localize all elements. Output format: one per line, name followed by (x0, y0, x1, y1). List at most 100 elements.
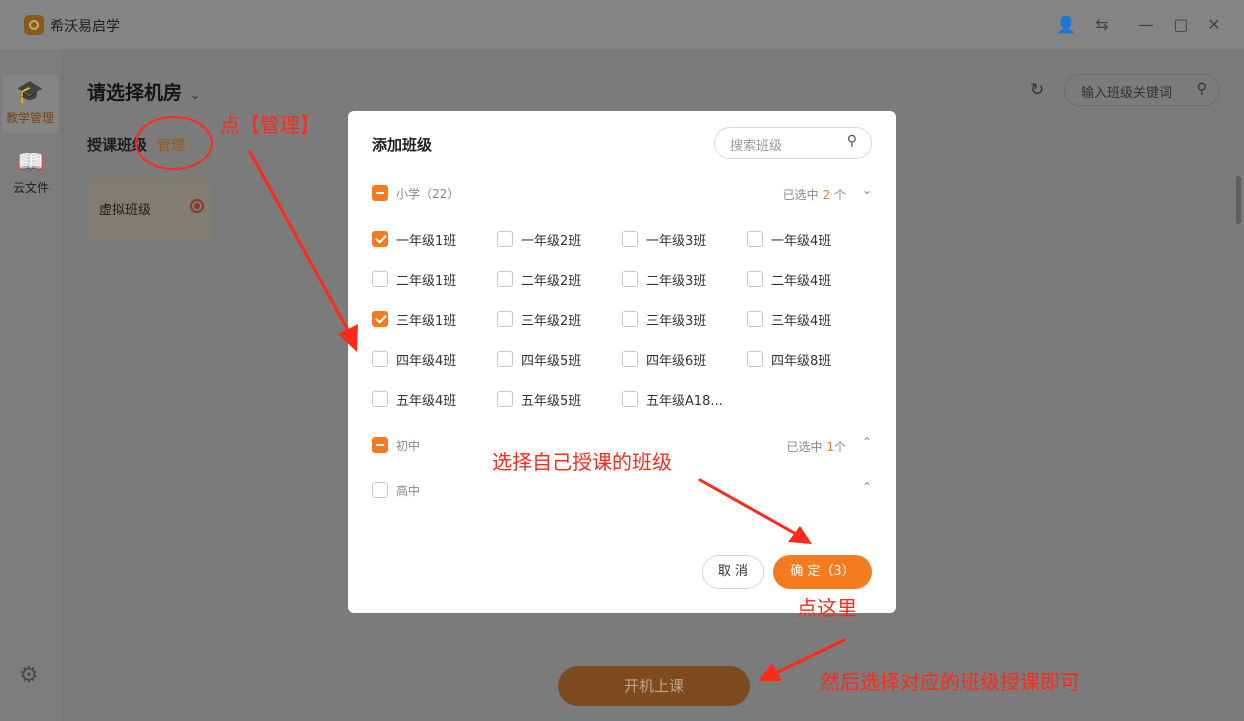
gear-icon[interactable]: ⚙ (19, 663, 39, 688)
close-icon[interactable]: ✕ (1203, 14, 1225, 36)
room-select[interactable]: 请选择机房 ⌄ (87, 78, 200, 105)
sidebar-item-label: 教学管理 (5, 111, 54, 125)
group-checkbox[interactable] (372, 185, 388, 201)
class-checkbox[interactable] (372, 311, 388, 327)
chevron-up-icon[interactable]: ⌃ (862, 480, 872, 494)
annotation-select-classes: 选择自己授课的班级 (492, 450, 672, 474)
class-option[interactable]: 一年级4班 (747, 229, 872, 249)
class-checkbox[interactable] (497, 311, 513, 327)
search-icon: ⚲ (1196, 81, 1207, 97)
class-search-input[interactable]: 输入班级关键词 ⚲ (1064, 74, 1220, 106)
graduation-cap-icon: 🎓 (16, 80, 44, 105)
class-option[interactable]: 四年级8班 (747, 349, 872, 369)
class-option-label: 二年级2班 (521, 274, 582, 289)
page-title: 请选择机房 (87, 82, 183, 104)
class-option-label: 四年级4班 (396, 354, 457, 369)
class-option[interactable]: 四年级5班 (497, 349, 622, 369)
group-checkbox[interactable] (372, 437, 388, 453)
class-checkbox[interactable] (747, 311, 763, 327)
sidebar-item-teaching[interactable]: 🎓 教学管理 (2, 75, 58, 133)
confirm-button[interactable]: 确 定（3） (773, 555, 872, 589)
annotation-click-here: 点这里 (797, 596, 857, 620)
class-option[interactable]: 四年级4班 (372, 349, 497, 369)
maximize-icon[interactable]: ▢ (1170, 14, 1192, 36)
class-checkbox[interactable] (372, 231, 388, 247)
title-bar: 希沃易启学 👤 ⇆ — ▢ ✕ (0, 0, 1244, 51)
class-option-label: 一年级2班 (521, 234, 582, 249)
start-class-button[interactable]: 开机上课 (558, 666, 750, 706)
class-option-label: 三年级4班 (771, 314, 832, 329)
annotation-circle (135, 116, 213, 170)
minimize-icon[interactable]: — (1135, 14, 1157, 36)
class-option[interactable]: 二年级1班 (372, 269, 497, 289)
class-option[interactable]: 三年级2班 (497, 309, 622, 329)
class-option[interactable]: 二年级2班 (497, 269, 622, 289)
class-option[interactable]: 一年级1班 (372, 229, 497, 249)
dialog-search-input[interactable]: 搜索班级 ⚲ (714, 127, 872, 159)
class-option[interactable]: 三年级1班 (372, 309, 497, 329)
chevron-down-icon: ⌄ (190, 88, 201, 102)
class-option-label: 一年级4班 (771, 234, 832, 249)
scrollbar[interactable] (1236, 176, 1241, 224)
class-option-label: 一年级1班 (396, 234, 457, 249)
class-checkbox[interactable] (622, 271, 638, 287)
app-logo-icon (24, 15, 44, 35)
switch-icon[interactable]: ⇆ (1091, 14, 1113, 36)
class-checkbox[interactable] (747, 271, 763, 287)
class-option-label: 二年级1班 (396, 274, 457, 289)
group-name: 初中 (396, 439, 421, 453)
class-checkbox[interactable] (622, 351, 638, 367)
class-checkbox[interactable] (372, 391, 388, 407)
class-option[interactable]: 三年级4班 (747, 309, 872, 329)
class-checkbox[interactable] (372, 351, 388, 367)
class-checkbox[interactable] (622, 231, 638, 247)
annotation-arrow (248, 150, 352, 336)
search-placeholder: 输入班级关键词 (1081, 86, 1173, 101)
sidebar-item-label: 云文件 (12, 181, 49, 195)
class-option-label: 三年级3班 (646, 314, 707, 329)
chevron-down-icon[interactable]: ⌄ (862, 183, 872, 197)
class-checkbox[interactable] (747, 351, 763, 367)
cancel-button[interactable]: 取 消 (702, 555, 764, 589)
refresh-icon[interactable]: ↻ (1030, 80, 1044, 100)
chevron-up-icon[interactable]: ⌃ (862, 435, 872, 449)
sidebar-item-cloud-files[interactable]: 📖 云文件 (0, 151, 62, 207)
class-option[interactable]: 五年级5班 (497, 389, 622, 409)
class-option-label: 四年级8班 (771, 354, 832, 369)
class-option-label: 二年级4班 (771, 274, 832, 289)
class-checkbox[interactable] (497, 271, 513, 287)
class-checkbox[interactable] (622, 391, 638, 407)
app-title: 希沃易启学 (50, 19, 120, 35)
book-icon: 📖 (17, 150, 45, 175)
class-option[interactable]: 二年级3班 (622, 269, 747, 289)
user-icon[interactable]: 👤 (1055, 14, 1077, 36)
class-option[interactable]: 二年级4班 (747, 269, 872, 289)
class-checkbox[interactable] (497, 231, 513, 247)
class-option[interactable]: 五年级A18... (622, 389, 747, 409)
class-option-label: 五年级5班 (521, 394, 582, 409)
class-checkbox[interactable] (372, 271, 388, 287)
class-option[interactable]: 三年级3班 (622, 309, 747, 329)
class-option[interactable]: 五年级4班 (372, 389, 497, 409)
class-option-label: 四年级5班 (521, 354, 582, 369)
class-option[interactable]: 一年级2班 (497, 229, 622, 249)
annotation-then-select: 然后选择对应的班级授课即可 (820, 670, 1080, 694)
class-checkbox[interactable] (622, 311, 638, 327)
class-option[interactable]: 四年级6班 (622, 349, 747, 369)
class-option-label: 三年级1班 (396, 314, 457, 329)
search-icon: ⚲ (846, 133, 857, 149)
class-option-label: 四年级6班 (646, 354, 707, 369)
class-checkbox[interactable] (497, 391, 513, 407)
radio-selected-icon[interactable] (190, 199, 204, 213)
class-card[interactable]: 虚拟班级 (87, 178, 213, 242)
class-checkbox[interactable] (747, 231, 763, 247)
annotation-arrowhead (758, 663, 782, 681)
group-checkbox[interactable] (372, 482, 388, 498)
annotation-click-manage: 点【管理】 (220, 113, 320, 137)
class-option[interactable]: 一年级3班 (622, 229, 747, 249)
group-primary: 小学（22） 已选中 2 个 ⌄ (372, 183, 872, 203)
group-name: 高中 (396, 484, 421, 498)
class-card-label: 虚拟班级 (99, 203, 152, 218)
class-checkbox[interactable] (497, 351, 513, 367)
class-option-label: 一年级3班 (646, 234, 707, 249)
